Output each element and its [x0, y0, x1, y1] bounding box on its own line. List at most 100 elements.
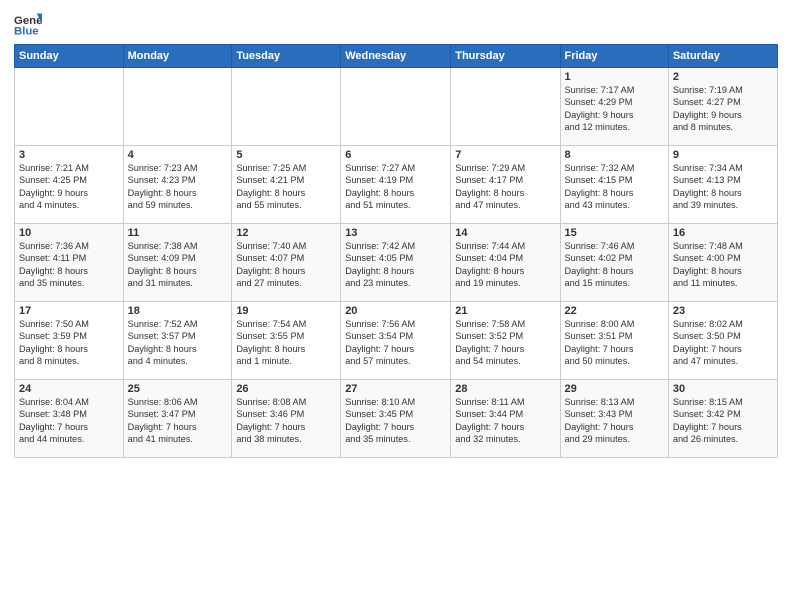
day-number: 25 — [128, 383, 228, 395]
day-number: 9 — [673, 149, 773, 161]
calendar-cell — [15, 68, 124, 146]
calendar-cell: 25Sunrise: 8:06 AM Sunset: 3:47 PM Dayli… — [123, 380, 232, 458]
day-header-sunday: Sunday — [15, 45, 124, 68]
calendar-cell: 18Sunrise: 7:52 AM Sunset: 3:57 PM Dayli… — [123, 302, 232, 380]
calendar-week-4: 24Sunrise: 8:04 AM Sunset: 3:48 PM Dayli… — [15, 380, 778, 458]
day-info: Sunrise: 8:08 AM Sunset: 3:46 PM Dayligh… — [236, 396, 336, 446]
calendar-cell: 11Sunrise: 7:38 AM Sunset: 4:09 PM Dayli… — [123, 224, 232, 302]
day-info: Sunrise: 7:58 AM Sunset: 3:52 PM Dayligh… — [455, 318, 555, 368]
calendar-cell: 28Sunrise: 8:11 AM Sunset: 3:44 PM Dayli… — [451, 380, 560, 458]
day-info: Sunrise: 7:25 AM Sunset: 4:21 PM Dayligh… — [236, 162, 336, 212]
day-info: Sunrise: 8:06 AM Sunset: 3:47 PM Dayligh… — [128, 396, 228, 446]
day-number: 17 — [19, 305, 119, 317]
calendar-cell: 12Sunrise: 7:40 AM Sunset: 4:07 PM Dayli… — [232, 224, 341, 302]
day-number: 16 — [673, 227, 773, 239]
calendar-cell: 7Sunrise: 7:29 AM Sunset: 4:17 PM Daylig… — [451, 146, 560, 224]
calendar-header-row: SundayMondayTuesdayWednesdayThursdayFrid… — [15, 45, 778, 68]
day-info: Sunrise: 7:21 AM Sunset: 4:25 PM Dayligh… — [19, 162, 119, 212]
day-info: Sunrise: 7:48 AM Sunset: 4:00 PM Dayligh… — [673, 240, 773, 290]
calendar-cell: 1Sunrise: 7:17 AM Sunset: 4:29 PM Daylig… — [560, 68, 668, 146]
calendar-cell: 19Sunrise: 7:54 AM Sunset: 3:55 PM Dayli… — [232, 302, 341, 380]
day-number: 6 — [345, 149, 446, 161]
calendar-cell — [341, 68, 451, 146]
calendar-cell: 13Sunrise: 7:42 AM Sunset: 4:05 PM Dayli… — [341, 224, 451, 302]
day-number: 18 — [128, 305, 228, 317]
day-number: 28 — [455, 383, 555, 395]
day-info: Sunrise: 7:17 AM Sunset: 4:29 PM Dayligh… — [565, 84, 664, 134]
calendar-cell: 26Sunrise: 8:08 AM Sunset: 3:46 PM Dayli… — [232, 380, 341, 458]
day-number: 13 — [345, 227, 446, 239]
day-info: Sunrise: 8:15 AM Sunset: 3:42 PM Dayligh… — [673, 396, 773, 446]
day-info: Sunrise: 7:56 AM Sunset: 3:54 PM Dayligh… — [345, 318, 446, 368]
day-info: Sunrise: 7:42 AM Sunset: 4:05 PM Dayligh… — [345, 240, 446, 290]
day-info: Sunrise: 7:19 AM Sunset: 4:27 PM Dayligh… — [673, 84, 773, 134]
calendar-cell: 9Sunrise: 7:34 AM Sunset: 4:13 PM Daylig… — [668, 146, 777, 224]
day-header-wednesday: Wednesday — [341, 45, 451, 68]
calendar-cell: 6Sunrise: 7:27 AM Sunset: 4:19 PM Daylig… — [341, 146, 451, 224]
calendar-cell: 8Sunrise: 7:32 AM Sunset: 4:15 PM Daylig… — [560, 146, 668, 224]
day-number: 19 — [236, 305, 336, 317]
calendar-cell: 17Sunrise: 7:50 AM Sunset: 3:59 PM Dayli… — [15, 302, 124, 380]
calendar-cell: 5Sunrise: 7:25 AM Sunset: 4:21 PM Daylig… — [232, 146, 341, 224]
header: General Blue — [14, 10, 778, 38]
day-number: 2 — [673, 71, 773, 83]
calendar-cell: 21Sunrise: 7:58 AM Sunset: 3:52 PM Dayli… — [451, 302, 560, 380]
day-number: 8 — [565, 149, 664, 161]
logo: General Blue — [14, 10, 44, 38]
day-number: 24 — [19, 383, 119, 395]
calendar-cell: 29Sunrise: 8:13 AM Sunset: 3:43 PM Dayli… — [560, 380, 668, 458]
calendar-cell: 4Sunrise: 7:23 AM Sunset: 4:23 PM Daylig… — [123, 146, 232, 224]
day-number: 27 — [345, 383, 446, 395]
day-info: Sunrise: 7:52 AM Sunset: 3:57 PM Dayligh… — [128, 318, 228, 368]
day-info: Sunrise: 7:29 AM Sunset: 4:17 PM Dayligh… — [455, 162, 555, 212]
day-number: 1 — [565, 71, 664, 83]
day-header-friday: Friday — [560, 45, 668, 68]
calendar-cell: 20Sunrise: 7:56 AM Sunset: 3:54 PM Dayli… — [341, 302, 451, 380]
day-info: Sunrise: 7:27 AM Sunset: 4:19 PM Dayligh… — [345, 162, 446, 212]
day-number: 4 — [128, 149, 228, 161]
day-number: 26 — [236, 383, 336, 395]
day-number: 30 — [673, 383, 773, 395]
day-info: Sunrise: 7:38 AM Sunset: 4:09 PM Dayligh… — [128, 240, 228, 290]
day-info: Sunrise: 8:13 AM Sunset: 3:43 PM Dayligh… — [565, 396, 664, 446]
calendar-cell: 2Sunrise: 7:19 AM Sunset: 4:27 PM Daylig… — [668, 68, 777, 146]
day-info: Sunrise: 7:34 AM Sunset: 4:13 PM Dayligh… — [673, 162, 773, 212]
calendar-cell: 10Sunrise: 7:36 AM Sunset: 4:11 PM Dayli… — [15, 224, 124, 302]
calendar-cell — [232, 68, 341, 146]
day-info: Sunrise: 8:02 AM Sunset: 3:50 PM Dayligh… — [673, 318, 773, 368]
calendar-cell: 3Sunrise: 7:21 AM Sunset: 4:25 PM Daylig… — [15, 146, 124, 224]
day-number: 14 — [455, 227, 555, 239]
day-info: Sunrise: 7:36 AM Sunset: 4:11 PM Dayligh… — [19, 240, 119, 290]
day-info: Sunrise: 8:11 AM Sunset: 3:44 PM Dayligh… — [455, 396, 555, 446]
day-header-monday: Monday — [123, 45, 232, 68]
day-number: 15 — [565, 227, 664, 239]
day-header-thursday: Thursday — [451, 45, 560, 68]
day-header-saturday: Saturday — [668, 45, 777, 68]
day-number: 20 — [345, 305, 446, 317]
calendar-cell: 22Sunrise: 8:00 AM Sunset: 3:51 PM Dayli… — [560, 302, 668, 380]
day-header-tuesday: Tuesday — [232, 45, 341, 68]
calendar-week-0: 1Sunrise: 7:17 AM Sunset: 4:29 PM Daylig… — [15, 68, 778, 146]
calendar-cell: 30Sunrise: 8:15 AM Sunset: 3:42 PM Dayli… — [668, 380, 777, 458]
day-info: Sunrise: 7:46 AM Sunset: 4:02 PM Dayligh… — [565, 240, 664, 290]
day-number: 7 — [455, 149, 555, 161]
day-number: 22 — [565, 305, 664, 317]
day-number: 23 — [673, 305, 773, 317]
logo-icon: General Blue — [14, 10, 42, 38]
calendar-week-2: 10Sunrise: 7:36 AM Sunset: 4:11 PM Dayli… — [15, 224, 778, 302]
day-number: 5 — [236, 149, 336, 161]
svg-text:Blue: Blue — [14, 26, 39, 38]
day-number: 3 — [19, 149, 119, 161]
day-info: Sunrise: 7:23 AM Sunset: 4:23 PM Dayligh… — [128, 162, 228, 212]
day-info: Sunrise: 7:50 AM Sunset: 3:59 PM Dayligh… — [19, 318, 119, 368]
day-info: Sunrise: 8:10 AM Sunset: 3:45 PM Dayligh… — [345, 396, 446, 446]
day-info: Sunrise: 8:04 AM Sunset: 3:48 PM Dayligh… — [19, 396, 119, 446]
calendar-week-1: 3Sunrise: 7:21 AM Sunset: 4:25 PM Daylig… — [15, 146, 778, 224]
calendar-cell: 27Sunrise: 8:10 AM Sunset: 3:45 PM Dayli… — [341, 380, 451, 458]
day-info: Sunrise: 7:44 AM Sunset: 4:04 PM Dayligh… — [455, 240, 555, 290]
calendar-cell: 14Sunrise: 7:44 AM Sunset: 4:04 PM Dayli… — [451, 224, 560, 302]
day-number: 12 — [236, 227, 336, 239]
calendar-cell: 15Sunrise: 7:46 AM Sunset: 4:02 PM Dayli… — [560, 224, 668, 302]
calendar-cell: 16Sunrise: 7:48 AM Sunset: 4:00 PM Dayli… — [668, 224, 777, 302]
calendar-cell: 23Sunrise: 8:02 AM Sunset: 3:50 PM Dayli… — [668, 302, 777, 380]
